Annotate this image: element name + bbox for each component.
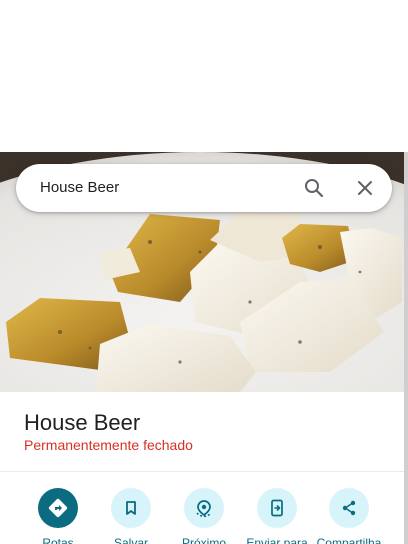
send-to-phone-icon (257, 488, 297, 528)
nearby-icon (184, 488, 224, 528)
share-icon (329, 488, 369, 528)
share-button[interactable]: Compartilha (313, 486, 385, 544)
directions-icon (38, 488, 78, 528)
place-panel: House Beer House Beer Permanentemente fe… (0, 152, 405, 544)
save-button[interactable]: Salvar (95, 486, 167, 544)
share-label: Compartilha (316, 536, 382, 544)
bookmark-icon (111, 488, 151, 528)
search-input[interactable]: House Beer (40, 179, 119, 196)
divider (0, 471, 405, 472)
nearby-button[interactable]: Próximo (168, 486, 240, 544)
search-bar: House Beer (16, 164, 392, 212)
place-title: House Beer (24, 410, 141, 435)
directions-button[interactable]: Rotas (22, 486, 94, 544)
map-area (0, 0, 408, 152)
send-to-phone-button[interactable]: Enviar para (241, 486, 313, 544)
search-icon[interactable] (302, 176, 326, 200)
place-status: Permanentemente fechado (24, 437, 193, 453)
action-bar: Rotas Salvar Próximo Enviar para Compart… (0, 486, 405, 544)
scrollbar[interactable] (404, 152, 408, 544)
close-icon[interactable] (353, 176, 377, 200)
